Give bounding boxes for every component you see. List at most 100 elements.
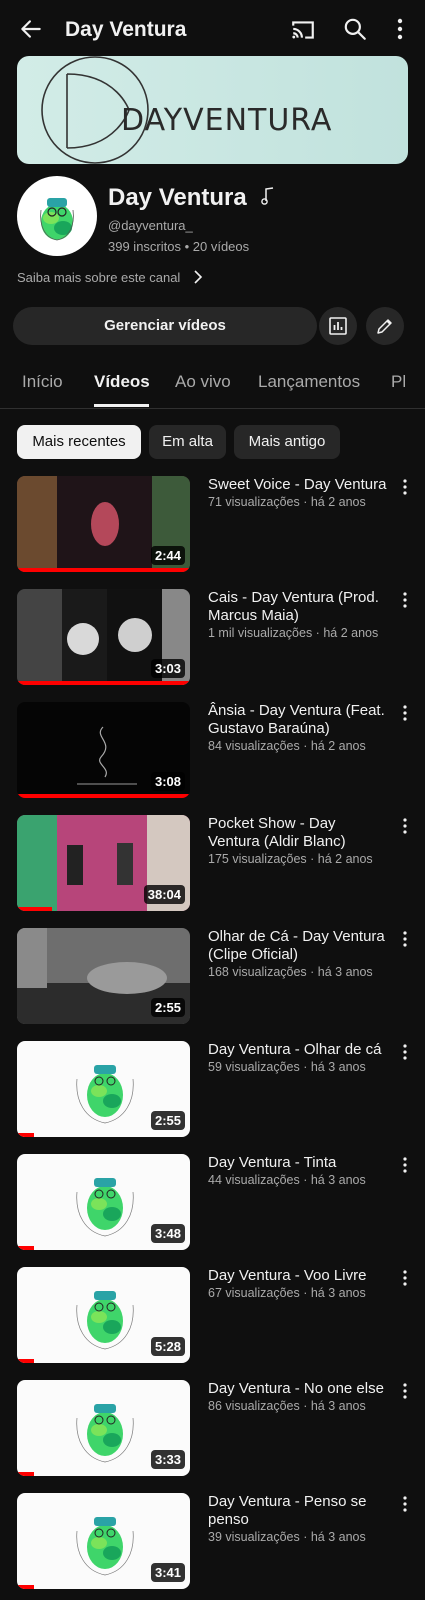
edit-channel-button[interactable] (366, 307, 404, 345)
video-duration: 3:33 (150, 1450, 185, 1469)
watch-progress-bar (17, 794, 190, 798)
more-vert-icon[interactable] (392, 16, 408, 42)
video-item[interactable]: 2:44 Sweet Voice - Day Ventura 71 visualiz… (0, 476, 425, 576)
banner-logo: DAYVENTURA (41, 56, 332, 164)
video-thumbnail[interactable]: 3:48 (17, 1154, 190, 1250)
more-vert-icon[interactable] (400, 704, 410, 722)
video-title[interactable]: Day Ventura - Penso se penso (208, 1493, 388, 1529)
watch-progress-bar (17, 1246, 35, 1250)
channel-avatar[interactable] (17, 176, 97, 256)
top-app-bar: Day Ventura (0, 0, 425, 60)
video-meta: 175 visualizações · há 2 anos (208, 852, 373, 866)
chip-mais-antigo[interactable]: Mais antigo (234, 425, 340, 459)
music-note-icon (261, 187, 274, 205)
more-vert-icon[interactable] (400, 1495, 410, 1513)
video-title[interactable]: Sweet Voice - Day Ventura (208, 476, 388, 494)
video-duration: 2:44 (150, 546, 185, 565)
analytics-button[interactable] (319, 307, 357, 345)
video-duration: 38:04 (143, 885, 185, 904)
video-meta: 1 mil visualizações · há 2 anos (208, 626, 379, 640)
watch-progress-bar (17, 568, 190, 572)
video-duration: 2:55 (150, 1111, 185, 1130)
video-item[interactable]: 5:28 Day Ventura - Voo Livre 67 visualizaç… (0, 1267, 425, 1367)
video-thumbnail[interactable]: 3:33 (17, 1380, 190, 1476)
video-meta: 168 visualizações · há 3 anos (208, 965, 373, 979)
video-title[interactable]: Day Ventura - Tinta (208, 1154, 388, 1172)
video-duration: 3:03 (150, 659, 185, 678)
channel-tabs: Início Vídeos Ao vivo Lançamentos Pl (0, 362, 425, 409)
back-arrow-icon[interactable] (18, 16, 44, 42)
video-meta: 44 visualizações · há 3 anos (208, 1173, 366, 1187)
tab-videos[interactable]: Vídeos (94, 372, 150, 392)
video-thumbnail[interactable]: 3:03 (17, 589, 190, 685)
chip-mais-recentes[interactable]: Mais recentes (17, 425, 141, 459)
more-vert-icon[interactable] (400, 930, 410, 948)
video-duration: 2:55 (150, 998, 185, 1017)
channel-name: Day Ventura (108, 184, 247, 211)
video-title[interactable]: Day Ventura - Olhar de cá (208, 1041, 388, 1059)
video-thumbnail[interactable]: 2:55 (17, 928, 190, 1024)
video-item[interactable]: 2:55 Day Ventura - Olhar de cá 59 visualiz… (0, 1041, 425, 1141)
video-thumbnail[interactable]: 2:55 (17, 1041, 190, 1137)
video-thumbnail[interactable]: 2:44 (17, 476, 190, 572)
tab-lancamentos[interactable]: Lançamentos (258, 372, 360, 392)
video-meta: 84 visualizações · há 2 anos (208, 739, 366, 753)
video-title[interactable]: Cais - Day Ventura (Prod. Marcus Maia) (208, 589, 388, 625)
page-title: Day Ventura (65, 18, 187, 41)
watch-progress-bar (17, 681, 190, 685)
video-title[interactable]: Day Ventura - No one else (208, 1380, 388, 1398)
cast-icon[interactable] (290, 17, 316, 43)
video-item[interactable]: 3:48 Day Ventura - Tinta 44 visualizações … (0, 1154, 425, 1254)
video-thumbnail[interactable]: 5:28 (17, 1267, 190, 1363)
video-title[interactable]: Olhar de Cá - Day Ventura (Clipe Oficial… (208, 928, 388, 964)
video-title[interactable]: Ânsia - Day Ventura (Feat. Gustavo Baraú… (208, 702, 388, 738)
video-item[interactable]: 3:03 Cais - Day Ventura (Prod. Marcus Mai… (0, 589, 425, 689)
video-title[interactable]: Day Ventura - Voo Livre (208, 1267, 388, 1285)
watch-progress-bar (17, 1359, 35, 1363)
watch-progress-bar (17, 1585, 35, 1589)
banner-text: DAYVENTURA (121, 103, 332, 138)
watch-progress-bar (17, 1133, 35, 1137)
tab-ao-vivo[interactable]: Ao vivo (175, 372, 231, 392)
chevron-right-icon[interactable] (192, 270, 204, 284)
watch-progress-bar (17, 907, 52, 911)
video-duration: 5:28 (150, 1337, 185, 1356)
video-thumbnail[interactable]: 3:08 (17, 702, 190, 798)
channel-stats: 399 inscritos • 20 vídeos (108, 239, 250, 254)
video-meta: 59 visualizações · há 3 anos (208, 1060, 366, 1074)
more-vert-icon[interactable] (400, 1382, 410, 1400)
more-vert-icon[interactable] (400, 1043, 410, 1061)
video-meta: 39 visualizações · há 3 anos (208, 1530, 366, 1544)
channel-banner: DAYVENTURA (17, 56, 408, 164)
more-vert-icon[interactable] (400, 591, 410, 609)
video-meta: 71 visualizações · há 2 anos (208, 495, 366, 509)
video-meta: 86 visualizações · há 3 anos (208, 1399, 366, 1413)
analytics-icon (329, 317, 347, 335)
video-item[interactable]: 3:08 Ânsia - Day Ventura (Feat. Gustavo B… (0, 702, 425, 802)
pencil-icon (377, 319, 392, 334)
video-thumbnail[interactable]: 3:41 (17, 1493, 190, 1589)
video-duration: 3:48 (150, 1224, 185, 1243)
more-vert-icon[interactable] (400, 817, 410, 835)
more-vert-icon[interactable] (400, 1269, 410, 1287)
video-item[interactable]: 2:55 Olhar de Cá - Day Ventura (Clipe Ofi… (0, 928, 425, 1028)
search-icon[interactable] (342, 16, 368, 42)
video-item[interactable]: 3:41 Day Ventura - Penso se penso 39 visua… (0, 1493, 425, 1593)
watch-progress-bar (17, 1472, 35, 1476)
channel-handle: @dayventura_ (108, 218, 193, 233)
tab-playlists[interactable]: Pl (391, 372, 406, 392)
video-thumbnail[interactable]: 38:04 (17, 815, 190, 911)
video-duration: 3:08 (150, 772, 185, 791)
video-item[interactable]: 3:33 Day Ventura - No one else 86 visualiz… (0, 1380, 425, 1480)
video-item[interactable]: 38:04 Pocket Show - Day Ventura (Aldir Bl… (0, 815, 425, 915)
tab-inicio[interactable]: Início (22, 372, 63, 392)
more-vert-icon[interactable] (400, 478, 410, 496)
more-vert-icon[interactable] (400, 1156, 410, 1174)
about-channel-link[interactable]: Saiba mais sobre este canal (17, 270, 180, 285)
video-duration: 3:41 (150, 1563, 185, 1582)
active-tab-indicator (94, 404, 149, 407)
chip-em-alta[interactable]: Em alta (149, 425, 226, 459)
video-meta: 67 visualizações · há 3 anos (208, 1286, 366, 1300)
manage-videos-button[interactable]: Gerenciar vídeos (13, 307, 317, 345)
video-title[interactable]: Pocket Show - Day Ventura (Aldir Blanc) (208, 815, 388, 851)
